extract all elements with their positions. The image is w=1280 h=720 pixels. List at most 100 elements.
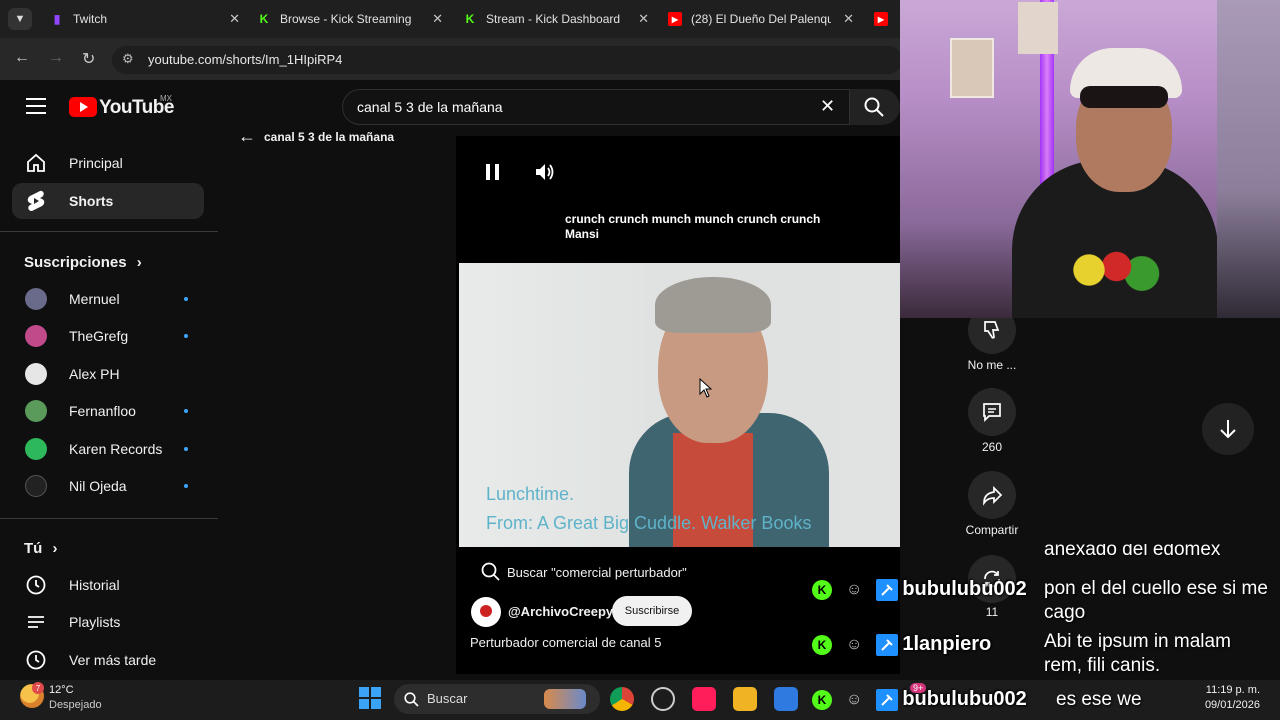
related-search-link[interactable]: Buscar "comercial perturbador" [481, 562, 687, 582]
webcam-poster [950, 38, 994, 98]
close-tab-icon[interactable]: ✕ [229, 11, 240, 27]
forward-icon[interactable]: → [48, 49, 64, 67]
search-button[interactable] [850, 89, 900, 125]
sidebar-sub-alexph[interactable]: Alex PH [12, 356, 204, 392]
close-tab-icon[interactable]: ✕ [432, 11, 443, 27]
clock-icon [24, 649, 48, 671]
chat-message: pon el del cuello ese si me cago [1044, 578, 1268, 623]
taskbar-date[interactable]: 09/01/2026 [1196, 699, 1260, 711]
kick-icon: K [812, 634, 832, 655]
short-title[interactable]: Perturbador comercial de canal 5 [470, 635, 662, 650]
reload-icon[interactable]: ↻ [82, 49, 95, 69]
menu-icon[interactable] [26, 98, 46, 114]
subscribe-button[interactable]: Suscribirse [612, 596, 692, 626]
tab-youtube[interactable]: ▶ (28) El Dueño Del Palenque ✕ [658, 4, 854, 34]
sidebar-divider [0, 518, 218, 519]
volume-icon[interactable] [534, 162, 558, 187]
back-to-search[interactable]: ← canal 5 3 de la mañana [238, 126, 394, 147]
comments-icon [983, 403, 1001, 423]
weather-badge: 7 [32, 682, 44, 694]
user-icon: ☺ [846, 690, 863, 708]
avatar [25, 475, 47, 497]
comments-button[interactable] [968, 388, 1016, 436]
comments-count: 260 [981, 440, 1003, 454]
sidebar-sub-nil-ojeda[interactable]: Nil Ojeda [12, 468, 204, 504]
playlists-icon [24, 611, 48, 633]
youtube-icon: ▶ [668, 12, 682, 26]
store-icon[interactable] [774, 687, 798, 711]
taskbar-clock[interactable]: 11:19 p. m. [1196, 684, 1260, 696]
obs-icon[interactable] [651, 687, 675, 711]
chat-username: 1lanpiero [902, 633, 992, 655]
history-icon [24, 574, 48, 596]
avatar [25, 400, 47, 422]
close-tab-icon[interactable]: ✕ [638, 11, 649, 27]
sidebar-sub-fernanfloo[interactable]: Fernanfloo [12, 393, 204, 429]
temperature[interactable]: 12°C [49, 684, 74, 696]
chevron-right-icon: › [52, 540, 58, 557]
sidebar-item-shorts[interactable]: Shorts [12, 183, 204, 219]
youtube-icon: ▶ [874, 12, 888, 26]
next-short-button[interactable] [1202, 403, 1254, 455]
close-tab-icon[interactable]: ✕ [843, 11, 854, 27]
new-content-dot [184, 409, 188, 413]
tab-youtube-active[interactable]: ▶ [864, 4, 900, 34]
sidebar-item-playlists[interactable]: Playlists [12, 604, 204, 640]
kick-icon: K [465, 12, 475, 26]
sidebar-item-ver-mas-tarde[interactable]: Ver más tarde [12, 642, 204, 678]
moderator-badge-icon [876, 633, 899, 656]
webcam-poster [1018, 2, 1058, 54]
kick-icon: K [812, 579, 832, 600]
channel-avatar[interactable] [471, 597, 501, 627]
share-button[interactable] [968, 471, 1016, 519]
avatar [25, 438, 47, 460]
back-icon[interactable]: ← [14, 49, 30, 67]
search-icon [481, 562, 500, 581]
avatar [25, 325, 47, 347]
sidebar-sub-mernuel[interactable]: Mernuel [12, 281, 204, 317]
site-info-icon[interactable]: ⚙ [122, 51, 134, 67]
chrome-icon[interactable] [610, 687, 634, 711]
remix-count: 11 [985, 605, 999, 619]
sidebar-sub-thegrefg[interactable]: TheGrefg [12, 318, 204, 354]
video-frame[interactable]: Lunchtime. From: A Great Big Cuddle. Wal… [459, 263, 957, 547]
sidebar-item-principal[interactable]: Principal [12, 145, 204, 181]
user-icon: ☺ [846, 580, 863, 598]
search-highlight-image [544, 689, 586, 709]
chat-message: Abi te ipsum in malam rem, fili canis. [1044, 631, 1231, 676]
pause-icon[interactable] [485, 163, 501, 186]
user-icon: ☺ [846, 635, 863, 653]
home-icon [24, 152, 48, 174]
chat-username: bubulubu002 [902, 578, 1027, 600]
clear-search-icon[interactable]: ✕ [820, 96, 835, 117]
tab-twitch[interactable]: ▮ Twitch ✕ [40, 4, 240, 34]
new-content-dot [184, 334, 188, 338]
video-overlay-text: From: A Great Big Cuddle. Walker Books [486, 513, 812, 533]
sidebar-item-historial[interactable]: Historial [12, 567, 204, 603]
chat-message-partial: anexado del edomex [1044, 544, 1221, 560]
file-explorer-icon[interactable] [733, 687, 757, 711]
subscriptions-header[interactable]: Suscripciones › [24, 254, 142, 271]
tab-kick-dashboard[interactable]: K Stream - Kick Dashboard ✕ [453, 4, 649, 34]
tiktok-icon[interactable] [692, 687, 716, 711]
avatar [25, 288, 47, 310]
tab-kick-browse[interactable]: K Browse - Kick Streaming ✕ [247, 4, 443, 34]
url-text: youtube.com/shorts/Im_1HIpiRP4 [148, 52, 343, 67]
you-header[interactable]: Tú › [24, 540, 58, 557]
moderator-badge-icon [876, 578, 899, 601]
browser-tab-bar: ▼ ▮ Twitch ✕ K Browse - Kick Streaming ✕… [0, 0, 900, 38]
tab-search-button[interactable]: ▼ [8, 8, 32, 30]
chevron-right-icon: › [136, 254, 142, 271]
dislike-label: No me ... [967, 358, 1017, 372]
webcam-person-hair [1080, 86, 1168, 108]
search-icon [864, 97, 884, 117]
taskbar-search[interactable] [394, 684, 600, 714]
avatar [25, 363, 47, 385]
windows-start-icon[interactable] [359, 687, 381, 709]
search-input-value: canal 5 3 de la mañana [357, 99, 503, 115]
channel-name[interactable]: @ArchivoCreepy [508, 604, 613, 619]
back-arrow-icon: ← [238, 126, 256, 146]
sidebar-sub-karen-records[interactable]: Karen Records [12, 431, 204, 467]
youtube-logo-icon[interactable] [69, 97, 97, 117]
short-caption: crunch crunch munch munch crunch crunch … [565, 212, 821, 241]
